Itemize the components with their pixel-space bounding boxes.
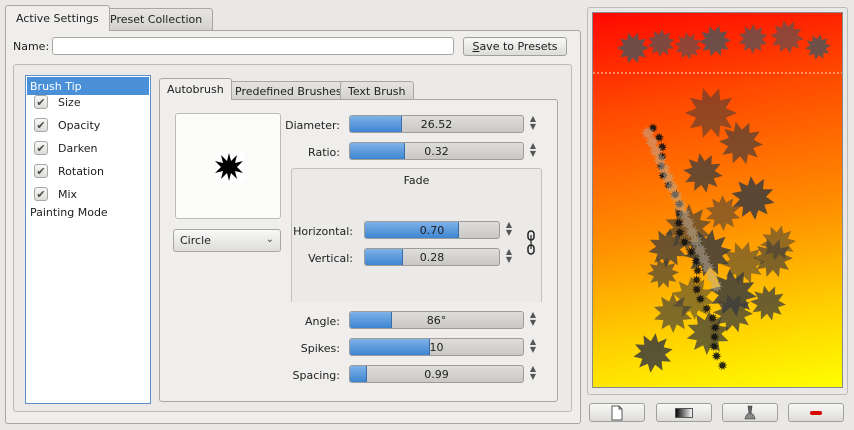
option-label: Rotation: [58, 164, 105, 178]
tab-label: Text Brush: [348, 85, 406, 98]
slider-value: 0.28: [419, 251, 445, 264]
save-button-label: Save to Presets: [472, 40, 558, 53]
brush-dab: [683, 153, 723, 193]
name-label: Name:: [13, 40, 50, 53]
brush-dab: [617, 32, 649, 64]
tab-preset-collection[interactable]: Preset Collection: [99, 8, 214, 30]
option-label: Mix: [58, 187, 78, 201]
angle-spin-icon[interactable]: ▲ ▼: [527, 311, 539, 329]
check-icon[interactable]: ✔: [34, 118, 48, 132]
brush-dab: [750, 285, 786, 321]
brush-dab: [647, 29, 675, 57]
diameter-label: Diameter:: [285, 119, 340, 132]
tab-label: Predefined Brushes: [235, 85, 342, 98]
diameter-slider[interactable]: 26.52: [349, 115, 524, 133]
horizontal-label: Horizontal:: [293, 225, 353, 238]
angle-label: Angle:: [304, 315, 340, 328]
check-icon[interactable]: ✔: [34, 187, 48, 201]
brush-dab: [805, 34, 831, 60]
tab-active-settings[interactable]: Active Settings: [5, 5, 110, 31]
tab-label: Autobrush: [167, 83, 224, 96]
option-item-size[interactable]: ✔ Size: [26, 93, 150, 111]
brush-dab: [685, 88, 737, 138]
brush-dab: [699, 25, 731, 57]
ratio-slider[interactable]: 0.32: [349, 142, 524, 160]
angle-slider[interactable]: 86°: [349, 311, 524, 329]
option-item-darken[interactable]: ✔ Darken: [26, 139, 150, 157]
spacing-label: Spacing:: [292, 369, 340, 382]
spikes-slider[interactable]: 10: [349, 338, 524, 356]
paint-brush-button[interactable]: [722, 403, 778, 422]
vertical-slider[interactable]: 0.28: [364, 248, 500, 266]
spikes-label: Spikes:: [300, 342, 340, 355]
scratchpad-canvas[interactable]: [592, 12, 843, 388]
ratio-label: Ratio:: [308, 146, 340, 159]
brush-shape-combo[interactable]: Circle ⌄: [173, 229, 281, 252]
brush-dab: [633, 333, 673, 373]
paint-brush-icon: [744, 405, 756, 419]
combo-value: Circle: [180, 234, 211, 247]
slider-value: 0.32: [424, 145, 449, 158]
slider-value: 86°: [426, 314, 447, 327]
slider-value: 10: [429, 341, 444, 354]
save-to-presets-button[interactable]: Save to Presets: [463, 37, 567, 56]
option-label: Opacity: [58, 118, 101, 132]
gradient-icon: [675, 407, 693, 418]
fill-gradient-button[interactable]: [656, 403, 712, 422]
new-scratchpad-button[interactable]: [589, 403, 645, 422]
chain-link-icon[interactable]: [526, 230, 536, 256]
option-label: Brush Tip: [30, 79, 82, 93]
ratio-spin-icon[interactable]: ▲ ▼: [527, 142, 539, 160]
chevron-down-icon: ⌄: [265, 234, 274, 245]
brush-dab: [674, 32, 702, 60]
spacing-spin-icon[interactable]: ▲ ▼: [527, 365, 539, 383]
check-icon[interactable]: ✔: [34, 164, 48, 178]
tab-text-brush[interactable]: Text Brush: [340, 81, 414, 100]
horizontal-slider[interactable]: 0.70: [364, 221, 500, 239]
option-label: Darken: [58, 141, 98, 155]
option-label: Painting Mode: [30, 205, 108, 219]
slider-value: 26.52: [420, 118, 453, 131]
check-icon[interactable]: ✔: [34, 141, 48, 155]
vertical-label: Vertical:: [308, 252, 353, 265]
horizontal-spin-icon[interactable]: ▲ ▼: [503, 221, 515, 239]
tab-label: Active Settings: [16, 12, 99, 25]
brush-dab: [770, 20, 804, 54]
tab-autobrush[interactable]: Autobrush: [159, 78, 232, 100]
option-list[interactable]: Brush Tip ✔ Size ✔ Opacity ✔ Darken ✔ Ro…: [25, 75, 151, 404]
slider-value: 0.70: [419, 224, 445, 237]
check-icon[interactable]: ✔: [34, 95, 48, 109]
brush-dab: [719, 121, 763, 165]
slider-value: 0.99: [424, 368, 449, 381]
spacing-slider[interactable]: 0.99: [349, 365, 524, 383]
brush-preview: [175, 113, 281, 219]
option-item-rotation[interactable]: ✔ Rotation: [26, 162, 150, 180]
new-document-icon: [611, 405, 623, 420]
brush-dab: [731, 176, 775, 220]
tab-label: Preset Collection: [110, 13, 203, 26]
brush-dab: [711, 351, 722, 361]
diameter-spin-icon[interactable]: ▲ ▼: [527, 115, 539, 133]
tab-predefined-brushes[interactable]: Predefined Brushes: [227, 81, 350, 100]
brush-dab: [738, 24, 768, 54]
brush-dab: [705, 195, 741, 231]
fade-title: Fade: [403, 174, 430, 187]
vertical-spin-icon[interactable]: ▲ ▼: [503, 248, 515, 266]
spikes-spin-icon[interactable]: ▲ ▼: [527, 338, 539, 356]
brush-strokes-preview: [593, 20, 842, 373]
option-item-mix[interactable]: ✔ Mix: [26, 185, 150, 203]
option-item-painting-mode[interactable]: Painting Mode: [26, 203, 150, 221]
option-item-opacity[interactable]: ✔ Opacity: [26, 116, 150, 134]
star-brush-icon: [215, 152, 244, 182]
brush-dab: [717, 360, 728, 371]
option-label: Size: [58, 95, 81, 109]
delete-button[interactable]: [788, 403, 844, 422]
name-input[interactable]: [52, 37, 454, 55]
delete-icon: [810, 410, 822, 415]
